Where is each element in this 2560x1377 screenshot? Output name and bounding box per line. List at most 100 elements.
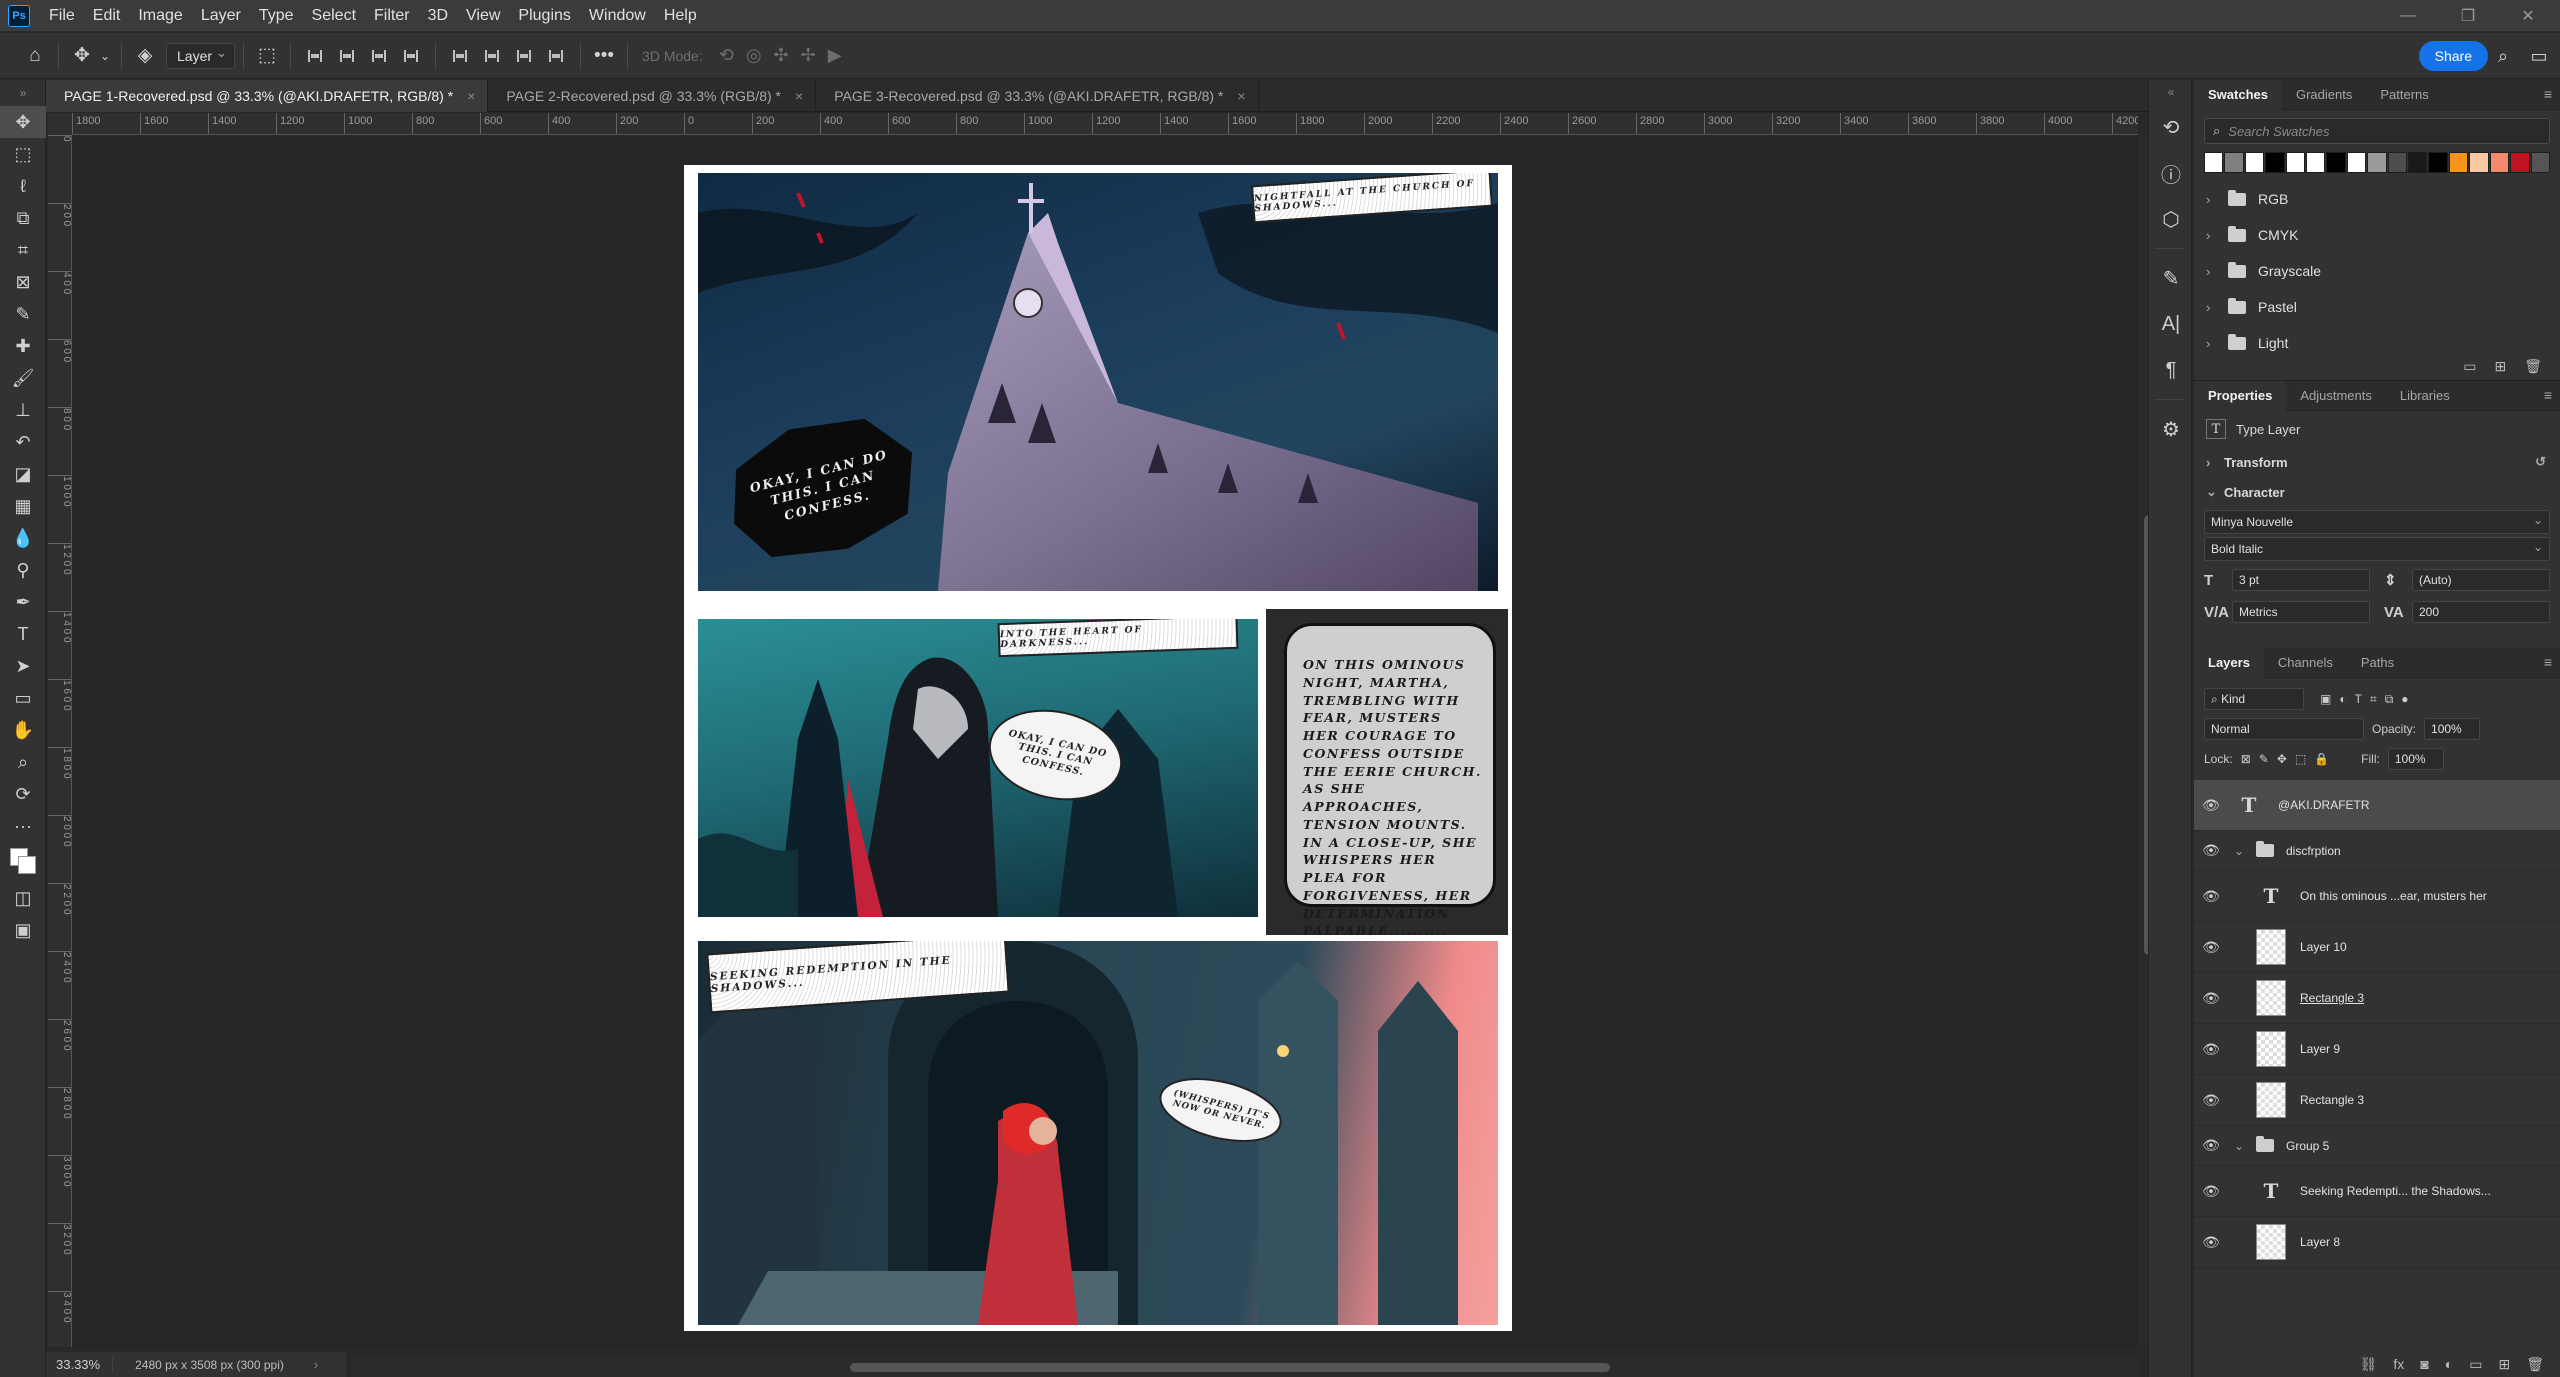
menu-filter[interactable]: Filter — [365, 0, 419, 32]
history-icon[interactable]: ⟲ — [2149, 104, 2193, 150]
character-icon[interactable]: A| — [2149, 301, 2193, 347]
crop-tool-icon[interactable]: ⌗ — [0, 234, 46, 266]
frame-tool-icon[interactable]: ⊠ — [0, 266, 46, 298]
3d-roll-icon[interactable]: ◎ — [746, 45, 762, 66]
close-tab-icon[interactable]: × — [795, 88, 803, 104]
panel-menu-icon[interactable]: ≡ — [2544, 86, 2552, 102]
edit-toolbar-icon[interactable]: ··· — [0, 810, 46, 842]
workspace-icon[interactable]: ▭ — [2526, 41, 2552, 71]
blur-tool-icon[interactable]: 💧 — [0, 522, 46, 554]
layer-row[interactable]: 👁 Layer 9 — [2194, 1024, 2560, 1075]
paragraph-icon[interactable]: ¶ — [2149, 347, 2193, 393]
layer-group-row[interactable]: 👁 ⌄ discfrption — [2194, 831, 2560, 871]
restore-icon[interactable]: ❐ — [2442, 0, 2494, 32]
swatch[interactable] — [2530, 152, 2550, 173]
filter-smart-object-icon[interactable]: ⧉ — [2385, 692, 2394, 707]
dodge-tool-icon[interactable]: ⚲ — [0, 554, 46, 586]
tab-properties[interactable]: Properties — [2194, 380, 2287, 411]
document-page[interactable]: OKAY, I CAN DO THIS. I CAN CONFESS. NIGH… — [684, 165, 1512, 1331]
font-family-dropdown[interactable]: Minya Nouvelle — [2204, 510, 2550, 534]
menu-edit[interactable]: Edit — [84, 0, 130, 32]
layer-filter-kind-dropdown[interactable]: ⌕ Kind — [2204, 688, 2304, 710]
transform-section[interactable]: › Transform ↺ — [2194, 447, 2560, 477]
swatch[interactable] — [2367, 152, 2387, 173]
menu-select[interactable]: Select — [303, 0, 365, 32]
fill-field[interactable]: 100% — [2387, 748, 2444, 770]
swatches-search-input[interactable]: ⌕ Search Swatches — [2204, 118, 2550, 144]
swatch[interactable] — [2224, 152, 2244, 173]
new-layer-icon[interactable]: ⊞ — [2498, 1356, 2510, 1373]
tab-page-3[interactable]: PAGE 3-Recovered.psd @ 33.3% (@AKI.DRAFE… — [816, 80, 1259, 112]
swatch[interactable] — [2285, 152, 2306, 173]
opacity-field[interactable]: 100% — [2424, 718, 2481, 740]
swatch[interactable] — [2448, 152, 2469, 173]
type-tool-icon[interactable]: T — [0, 618, 46, 650]
clone-stamp-tool-icon[interactable]: ⊥ — [0, 394, 46, 426]
swatch-folder-cmyk[interactable]: › CMYK — [2194, 217, 2560, 253]
visibility-eye-icon[interactable]: 👁 — [2194, 990, 2228, 1007]
lock-all-icon[interactable]: 🔒 — [2314, 752, 2329, 766]
3d-pan-icon[interactable]: ✣ — [774, 45, 789, 66]
menu-layer[interactable]: Layer — [192, 0, 250, 32]
tab-adjustments[interactable]: Adjustments — [2286, 381, 2386, 411]
marquee-tool-icon[interactable]: ⬚ — [0, 138, 46, 170]
screen-mode-icon[interactable]: ▣ — [0, 914, 46, 946]
link-layers-icon[interactable]: ⛓ — [2360, 1356, 2378, 1373]
swatch-folder-pastel[interactable]: › Pastel — [2194, 289, 2560, 325]
blend-mode-dropdown[interactable]: Normal — [2204, 718, 2364, 740]
pen-tool-icon[interactable]: ✒ — [0, 586, 46, 618]
swatch[interactable] — [2306, 152, 2326, 173]
tab-libraries[interactable]: Libraries — [2386, 381, 2464, 411]
swatch[interactable] — [2428, 152, 2448, 173]
swatch[interactable] — [2408, 152, 2428, 173]
visibility-eye-icon[interactable]: 👁 — [2194, 888, 2228, 905]
transform-controls-icon[interactable]: ⬚ — [252, 41, 282, 71]
kerning-field[interactable]: V/A Metrics — [2204, 598, 2370, 626]
chevron-down-icon[interactable]: ⌄ — [2234, 844, 2248, 858]
new-group-icon[interactable]: ▭ — [2469, 1356, 2482, 1373]
align-center-icon[interactable] — [334, 43, 360, 69]
tab-channels[interactable]: Channels — [2264, 648, 2347, 678]
filter-pixel-icon[interactable]: ▣ — [2320, 692, 2331, 706]
visibility-eye-icon[interactable]: 👁 — [2194, 1041, 2228, 1058]
lock-image-icon[interactable]: ✎ — [2259, 752, 2269, 766]
layer-style-icon[interactable]: fx — [2393, 1356, 2404, 1372]
tab-page-1[interactable]: PAGE 1-Recovered.psd @ 33.3% (@AKI.DRAFE… — [46, 80, 489, 112]
tab-swatches[interactable]: Swatches — [2194, 79, 2282, 110]
font-style-dropdown[interactable]: Bold Italic — [2204, 537, 2550, 561]
swatch[interactable] — [2265, 152, 2285, 173]
history-brush-tool-icon[interactable]: ↶ — [0, 426, 46, 458]
tool-preset-chevron-icon[interactable]: ⌄ — [97, 41, 113, 71]
brush-tool-icon[interactable]: 🖌 — [0, 362, 46, 394]
close-window-icon[interactable]: ✕ — [2502, 0, 2554, 32]
leading-field[interactable]: ⇕ (Auto) — [2384, 566, 2550, 594]
auto-select-icon[interactable]: ◈ — [130, 41, 160, 71]
swatch[interactable] — [2326, 152, 2346, 173]
menu-image[interactable]: Image — [129, 0, 191, 32]
lock-artboard-icon[interactable]: ⬚ — [2295, 752, 2306, 766]
swatch-folder-rgb[interactable]: › RGB — [2194, 181, 2560, 217]
menu-file[interactable]: File — [40, 0, 84, 32]
menu-view[interactable]: View — [457, 0, 509, 32]
info-icon[interactable]: ⓘ — [2149, 150, 2193, 196]
swatch[interactable] — [2244, 152, 2265, 173]
menu-plugins[interactable]: Plugins — [509, 0, 579, 32]
tab-paths[interactable]: Paths — [2347, 648, 2408, 678]
swatch[interactable] — [2469, 152, 2489, 173]
lasso-tool-icon[interactable]: ℓ — [0, 170, 46, 202]
filter-adjustment-icon[interactable]: ◐ — [2339, 692, 2346, 706]
visibility-eye-icon[interactable]: 👁 — [2194, 1137, 2228, 1154]
path-selection-tool-icon[interactable]: ➤ — [0, 650, 46, 682]
filter-toggle-icon[interactable]: ● — [2401, 692, 2408, 706]
object-selection-tool-icon[interactable]: ⧉ — [0, 202, 46, 234]
lock-transparent-icon[interactable]: ⊠ — [2241, 752, 2251, 766]
canvas-area[interactable]: OKAY, I CAN DO THIS. I CAN CONFESS. NIGH… — [72, 135, 2138, 1347]
layer-row[interactable]: 👁 Rectangle 3 — [2194, 973, 2560, 1024]
visibility-eye-icon[interactable]: 👁 — [2194, 797, 2228, 814]
swatch[interactable] — [2387, 152, 2408, 173]
move-tool-icon[interactable]: ✥ — [0, 106, 46, 138]
tracking-field[interactable]: VA 200 — [2384, 598, 2550, 626]
visibility-eye-icon[interactable]: 👁 — [2194, 1092, 2228, 1109]
filter-shape-icon[interactable]: ⌗ — [2370, 692, 2377, 707]
layer-row[interactable]: 👁 Layer 10 — [2194, 922, 2560, 973]
